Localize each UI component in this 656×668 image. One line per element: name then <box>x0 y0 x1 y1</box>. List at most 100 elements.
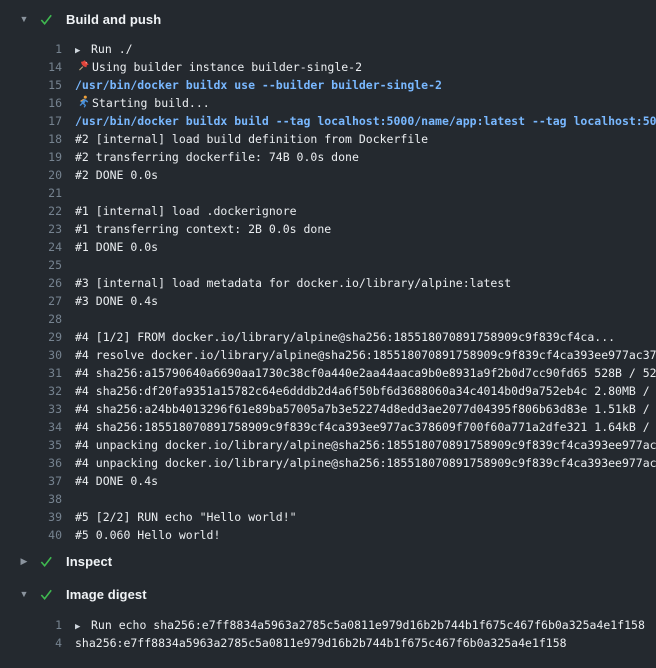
line-number[interactable]: 33 <box>0 400 62 418</box>
line-number[interactable]: 14 <box>0 58 62 76</box>
log-line: 36 #4 unpacking docker.io/library/alpine@… <box>0 454 656 472</box>
run-group-chevron-icon[interactable]: ▶ <box>75 618 91 634</box>
log-message: #2 [internal] load build definition from… <box>75 132 428 146</box>
log-text: #3 DONE 0.4s <box>75 292 656 310</box>
collapse-chevron-icon[interactable]: ▼ <box>18 10 30 28</box>
log-line: 38 <box>0 490 656 508</box>
log-message: #5 0.060 Hello world! <box>75 528 220 542</box>
log-line: 24 #1 DONE 0.0s <box>0 238 656 256</box>
log-text: #4 unpacking docker.io/library/alpine@sh… <box>75 436 656 454</box>
log-line: 20 #2 DONE 0.0s <box>0 166 656 184</box>
log-text: #4 sha256:a24bb4013296f61e89ba57005a7b3e… <box>75 400 656 418</box>
line-number[interactable]: 21 <box>0 184 62 202</box>
log-text: /usr/bin/docker buildx use --builder bui… <box>75 76 656 94</box>
log-line: 26#3 [internal] load metadata for docker… <box>0 274 656 292</box>
line-number[interactable]: 34 <box>0 418 62 436</box>
log-message: Starting build... <box>92 96 210 110</box>
log-line: 4 sha256:e7ff8834a5963a2785c5a0811e979d16… <box>0 634 656 652</box>
line-number[interactable]: 39 <box>0 508 62 526</box>
line-number[interactable]: 27 <box>0 292 62 310</box>
log-text: #4 sha256:185518070891758909c9f839cf4ca3… <box>75 418 656 436</box>
collapse-chevron-icon[interactable]: ▼ <box>18 585 30 603</box>
log-message: #4 unpacking docker.io/library/alpine@sh… <box>75 438 656 452</box>
log-message: #4 sha256:a15790640a6690aa1730c38cf0a440… <box>75 366 656 380</box>
line-number[interactable]: 23 <box>0 220 62 238</box>
section-title: Build and push <box>66 12 161 27</box>
line-number[interactable]: 26 <box>0 274 62 292</box>
runner-icon <box>75 95 92 108</box>
log-text: /usr/bin/docker buildx build --tag local… <box>75 112 656 130</box>
section-header-inspect[interactable]: ▶ Inspect <box>0 552 656 570</box>
log-line: 35 #4 unpacking docker.io/library/alpine@… <box>0 436 656 454</box>
line-number[interactable]: 29 <box>0 328 62 346</box>
log-text: Using builder instance builder-single-2 <box>75 58 656 76</box>
collapse-chevron-icon[interactable]: ▶ <box>18 552 30 570</box>
line-number[interactable]: 37 <box>0 472 62 490</box>
log-line: 39 #5 [2/2] RUN echo "Hello world!" <box>0 508 656 526</box>
log-line: 1▶Run echo sha256:e7ff8834a5963a2785c5a0… <box>0 616 656 634</box>
log-line: 37 #4 DONE 0.4s <box>0 472 656 490</box>
log-line: 17/usr/bin/docker buildx build --tag loc… <box>0 112 656 130</box>
line-number[interactable]: 24 <box>0 238 62 256</box>
line-number[interactable]: 1 <box>0 616 62 634</box>
log-message: Run ./ <box>91 42 133 56</box>
line-number[interactable]: 35 <box>0 436 62 454</box>
log-text: #2 DONE 0.0s <box>75 166 656 184</box>
log-text: #2 [internal] load build definition from… <box>75 130 656 148</box>
log-message: #4 unpacking docker.io/library/alpine@sh… <box>75 456 656 470</box>
line-number[interactable]: 28 <box>0 310 62 328</box>
log-message: #4 sha256:df20fa9351a15782c64e6dddb2d4a6… <box>75 384 656 398</box>
log-text <box>75 184 656 202</box>
line-number[interactable]: 19 <box>0 148 62 166</box>
log-text <box>75 310 656 328</box>
log-message: Using builder instance builder-single-2 <box>92 60 362 74</box>
log-lines-image-digest: 1▶Run echo sha256:e7ff8834a5963a2785c5a0… <box>0 616 656 652</box>
log-lines-build: 1 ▶Run ./ 14 Using builder instance builder… <box>0 40 656 544</box>
log-text: #4 sha256:a15790640a6690aa1730c38cf0a440… <box>75 364 656 382</box>
log-message: #5 [2/2] RUN echo "Hello world!" <box>75 510 297 524</box>
line-number[interactable]: 4 <box>0 634 62 652</box>
line-number[interactable]: 1 <box>0 40 62 58</box>
log-text: #5 0.060 Hello world! <box>75 526 656 544</box>
line-number[interactable]: 17 <box>0 112 62 130</box>
log-message: sha256:e7ff8834a5963a2785c5a0811e979d16b… <box>75 636 567 650</box>
log-message: #4 sha256:185518070891758909c9f839cf4ca3… <box>75 420 656 434</box>
success-check-icon <box>39 587 54 602</box>
log-message: #1 [internal] load .dockerignore <box>75 204 297 218</box>
log-text <box>75 490 656 508</box>
line-number[interactable]: 36 <box>0 454 62 472</box>
run-group-chevron-icon[interactable]: ▶ <box>75 42 91 58</box>
log-text: #4 unpacking docker.io/library/alpine@sh… <box>75 454 656 472</box>
log-line: 1 ▶Run ./ <box>0 40 656 58</box>
log-line: 14 Using builder instance builder-single-… <box>0 58 656 76</box>
line-number[interactable]: 30 <box>0 346 62 364</box>
log-line: 32 #4 sha256:df20fa9351a15782c64e6dddb2d4… <box>0 382 656 400</box>
line-number[interactable]: 32 <box>0 382 62 400</box>
line-number[interactable]: 15 <box>0 76 62 94</box>
log-text: ▶Run ./ <box>75 40 656 58</box>
log-text <box>75 256 656 274</box>
line-number[interactable]: 22 <box>0 202 62 220</box>
section-header-image-digest[interactable]: ▼ Image digest <box>0 585 656 603</box>
line-number[interactable]: 40 <box>0 526 62 544</box>
log-line: 22 #1 [internal] load .dockerignore <box>0 202 656 220</box>
section-build-and-push: ▼ Build and push 1 ▶Run ./ 14 Using builder… <box>0 10 656 544</box>
log-text: sha256:e7ff8834a5963a2785c5a0811e979d16b… <box>75 634 656 652</box>
section-header-build-and-push[interactable]: ▼ Build and push <box>0 10 656 28</box>
line-number[interactable]: 38 <box>0 490 62 508</box>
log-message: #2 DONE 0.0s <box>75 168 158 182</box>
line-number[interactable]: 25 <box>0 256 62 274</box>
line-number[interactable]: 18 <box>0 130 62 148</box>
command-text: /usr/bin/docker buildx use --builder bui… <box>75 78 442 92</box>
log-text: #1 transferring context: 2B 0.0s done <box>75 220 656 238</box>
log-message: #2 transferring dockerfile: 74B 0.0s don… <box>75 150 359 164</box>
log-line: 40 #5 0.060 Hello world! <box>0 526 656 544</box>
pushpin-icon <box>75 59 92 72</box>
line-number[interactable]: 20 <box>0 166 62 184</box>
log-line: 15/usr/bin/docker buildx use --builder b… <box>0 76 656 94</box>
log-message: #4 DONE 0.4s <box>75 474 158 488</box>
line-number[interactable]: 31 <box>0 364 62 382</box>
line-number[interactable]: 16 <box>0 94 62 112</box>
log-line: 19 #2 transferring dockerfile: 74B 0.0s d… <box>0 148 656 166</box>
log-message: #1 DONE 0.0s <box>75 240 158 254</box>
